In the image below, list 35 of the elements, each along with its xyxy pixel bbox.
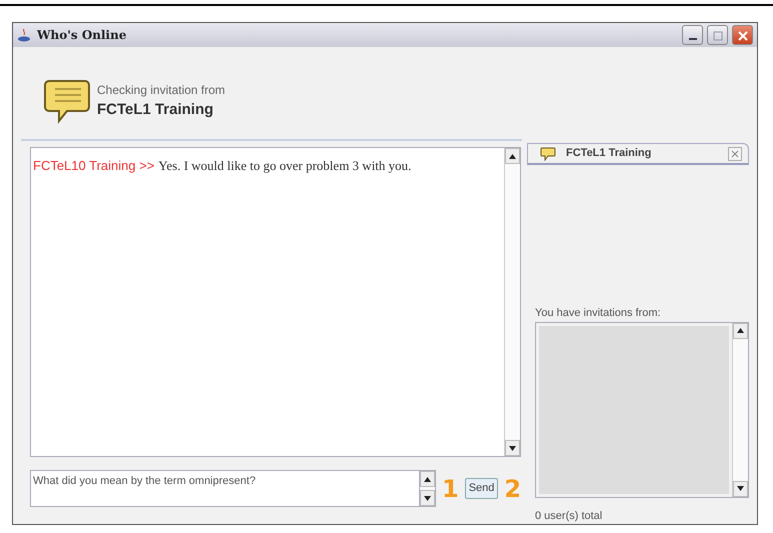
send-button[interactable]: Send	[464, 478, 498, 499]
scroll-down-button[interactable]	[420, 490, 435, 506]
down-arrow-icon	[737, 486, 744, 491]
header-caption: Checking invitation from	[97, 82, 226, 99]
scrollbar[interactable]	[732, 322, 748, 496]
up-arrow-icon	[509, 154, 516, 158]
scrollbar[interactable]	[504, 148, 520, 456]
scroll-up-button[interactable]	[733, 322, 748, 338]
chat-tab[interactable]: FCTeL1 Training	[527, 143, 749, 165]
close-tab-icon[interactable]	[728, 146, 742, 160]
step-number: 1	[442, 476, 459, 500]
chat-message: FCTeL10 Training >> Yes. I would like to go over problem 3 with you.	[33, 157, 412, 175]
app-icon	[17, 27, 33, 43]
chat-bubble-icon	[43, 77, 91, 125]
contact-name: FCTeL1 Training	[97, 100, 214, 120]
minimize-button[interactable]	[682, 25, 703, 45]
up-arrow-icon	[424, 476, 431, 482]
minimize-icon	[688, 38, 696, 40]
up-arrow-icon	[737, 328, 744, 333]
close-button[interactable]	[732, 25, 753, 45]
scroll-down-button[interactable]	[733, 480, 748, 496]
step-number: 2	[504, 476, 522, 500]
chat-bubble-icon	[540, 146, 556, 160]
message-field[interactable]: What did you mean by the term omnipresent?	[30, 470, 420, 507]
close-icon	[738, 30, 748, 41]
scroll-up-button[interactable]	[420, 471, 435, 487]
scroll-down-button[interactable]	[505, 440, 520, 456]
down-arrow-icon	[424, 496, 431, 500]
scroll-up-button[interactable]	[505, 148, 520, 164]
down-arrow-icon	[509, 446, 516, 450]
maximize-icon	[712, 30, 722, 41]
user-total: 0 user(s) total	[535, 508, 604, 524]
scrollbar[interactable]	[420, 470, 436, 507]
window-title: Who's Online	[37, 27, 126, 44]
invitations-label: You have invitations from:	[535, 306, 662, 321]
